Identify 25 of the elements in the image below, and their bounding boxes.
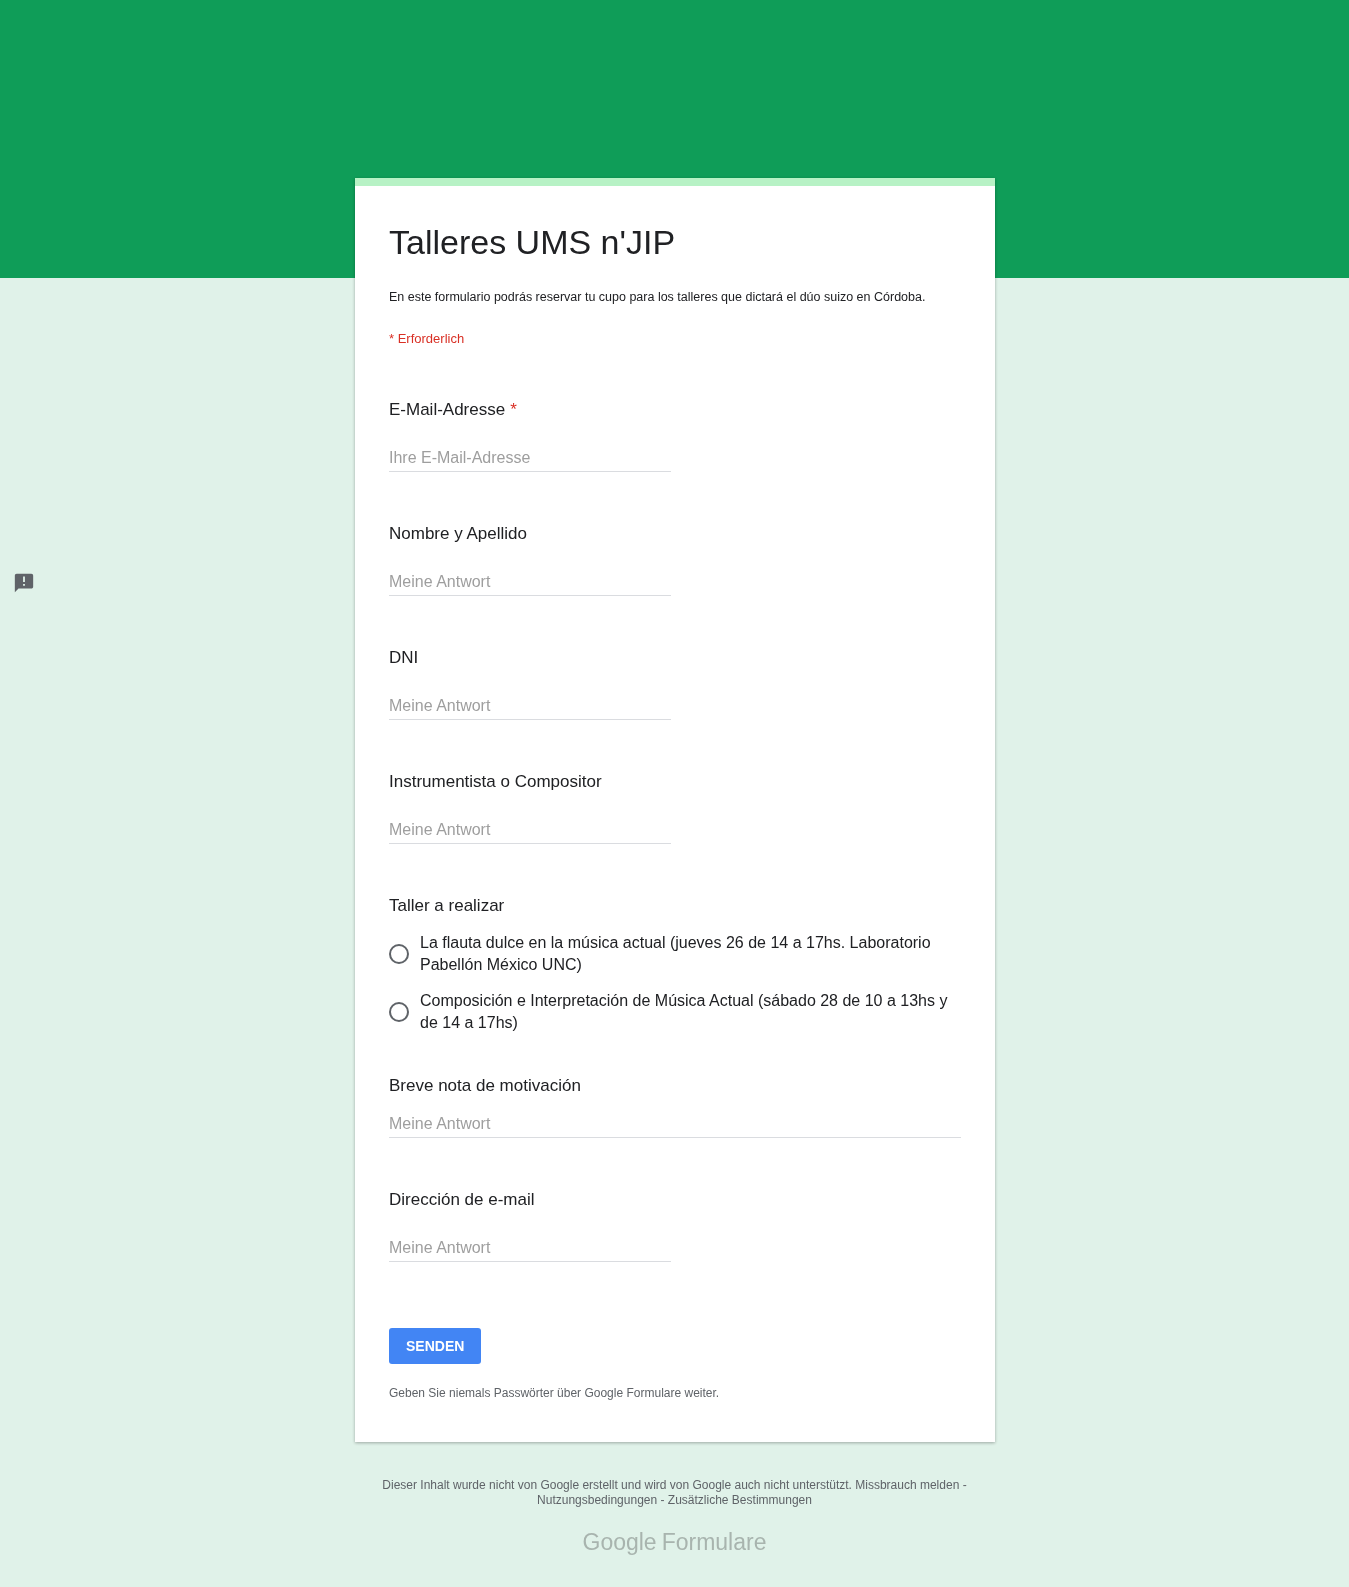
answer-field[interactable]: Meine Antwort xyxy=(389,816,671,845)
question-label: Nombre y Apellido xyxy=(389,523,528,546)
password-warning: Geben Sie niemals Passwörter über Google Formulare weiter. xyxy=(389,1385,721,1403)
question-label: Breve nota de motivación xyxy=(389,1075,582,1098)
form-title: Talleres UMS n'JIP xyxy=(389,222,677,262)
footer-notice: Dieser Inhalt wurde nicht von Google erstellt und wird von Google auch nicht unterstützt. Missbrauch melden - Nutzungsbedingungen - Zusätzliche Bestimmungen xyxy=(381,1478,968,1508)
radio-button[interactable] xyxy=(389,1002,409,1023)
radio-button[interactable] xyxy=(389,944,409,965)
footer-link[interactable]: Missbrauch melden xyxy=(855,1478,960,1492)
footer-link[interactable]: Zusätzliche Bestimmungen xyxy=(667,1493,812,1507)
form-description: En este formulario podrás reservar tu cupo para los talleres que dictará el dúo suizo en Córdoba. xyxy=(389,289,927,306)
required-note: * Erforderlich xyxy=(389,329,466,348)
question-label: DNI xyxy=(389,647,420,670)
footer-link[interactable]: Nutzungsbedingungen xyxy=(537,1493,658,1507)
answer-field[interactable]: Meine Antwort xyxy=(389,692,671,721)
answer-field[interactable]: Meine Antwort xyxy=(389,568,671,597)
question-label: Dirección de e-mail xyxy=(389,1189,536,1212)
submit-button[interactable]: SENDEN xyxy=(389,1328,482,1365)
question-label: Taller a realizar xyxy=(389,895,506,918)
answer-field[interactable]: Meine Antwort xyxy=(389,1110,961,1139)
report-icon[interactable] xyxy=(13,572,35,594)
question-label: E-Mail-Adresse * xyxy=(389,399,518,422)
answer-field[interactable]: Ihre E-Mail-Adresse xyxy=(389,444,671,473)
answer-field[interactable]: Meine Antwort xyxy=(389,1234,671,1263)
question-label: Instrumentista o Compositor xyxy=(389,771,603,794)
